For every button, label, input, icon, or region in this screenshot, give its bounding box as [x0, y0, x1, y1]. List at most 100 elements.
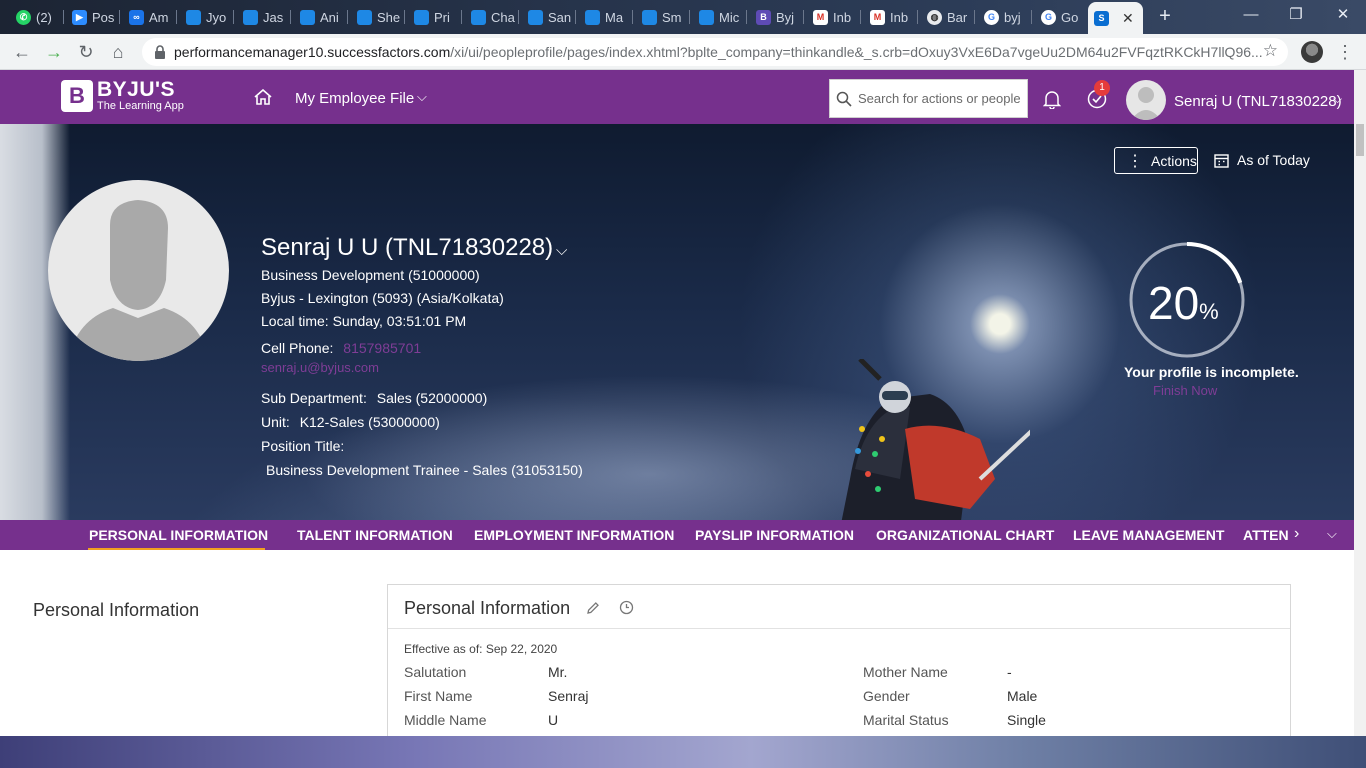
- browser-tab-label: Jas: [263, 9, 284, 25]
- url-host: performancemanager10.successfactors.com: [174, 44, 451, 60]
- browser-profile-avatar[interactable]: [1301, 41, 1323, 63]
- browser-tab[interactable]: ◍ Bar: [921, 4, 975, 30]
- profile-tabs: PERSONAL INFORMATION TALENT INFORMATION …: [0, 520, 1354, 550]
- marital-status-label: Marital Status: [863, 712, 949, 728]
- browser-tab[interactable]: G byj: [978, 4, 1032, 30]
- address-bar[interactable]: performancemanager10.successfactors.com …: [142, 38, 1288, 66]
- browser-tab[interactable]: San: [522, 4, 576, 30]
- browser-tab[interactable]: M Inb: [864, 4, 918, 30]
- doc-icon: [243, 9, 258, 25]
- gender-value: Male: [1007, 688, 1038, 704]
- browser-tab-active[interactable]: S Si ✕: [1088, 2, 1143, 34]
- new-tab-button[interactable]: +: [1154, 6, 1176, 27]
- module-picker[interactable]: My Employee File: [295, 90, 414, 107]
- salutation-value: Mr.: [548, 664, 568, 680]
- chevron-down-icon[interactable]: ⌵: [417, 89, 427, 105]
- tab-employment-information[interactable]: EMPLOYMENT INFORMATION: [474, 527, 674, 543]
- browser-tab[interactable]: Mic: [693, 4, 747, 30]
- browser-tab-label: Am: [149, 9, 169, 25]
- user-name[interactable]: Senraj U (TNL71830228): [1174, 93, 1342, 110]
- browser-tab[interactable]: ▶ Pos: [66, 4, 120, 30]
- tab-attendance[interactable]: ATTEN: [1243, 527, 1289, 543]
- restore-button[interactable]: ❐: [1281, 5, 1311, 27]
- mother-name-label: Mother Name: [863, 664, 948, 680]
- search-placeholder: Search for actions or people: [858, 91, 1021, 106]
- scrollbar-thumb[interactable]: [1356, 124, 1364, 156]
- email-link[interactable]: senraj.u@byjus.com: [261, 360, 379, 375]
- history-icon[interactable]: [619, 600, 634, 615]
- browser-tab[interactable]: Cha: [465, 4, 519, 30]
- completion-percent-sign: %: [1199, 299, 1219, 324]
- chevron-down-icon[interactable]: ⌵: [1333, 92, 1342, 107]
- logo-title: BYJU'S: [97, 78, 176, 101]
- browser-tab[interactable]: Ma: [579, 4, 633, 30]
- chevron-down-icon[interactable]: ⌵: [1327, 526, 1337, 542]
- browser-tab[interactable]: ✆ (2): [10, 4, 64, 30]
- minimize-button[interactable]: —: [1236, 5, 1266, 27]
- back-button[interactable]: ←: [10, 40, 34, 64]
- close-window-button[interactable]: ✕: [1328, 5, 1358, 27]
- browser-tab[interactable]: Ani: [294, 4, 348, 30]
- global-search-input[interactable]: Search for actions or people: [829, 79, 1028, 118]
- reload-button[interactable]: ↻: [74, 40, 98, 64]
- profile-photo[interactable]: [48, 180, 229, 361]
- google-icon: G: [1041, 9, 1056, 25]
- logo-subtitle: The Learning App: [97, 100, 184, 112]
- forward-button[interactable]: →: [42, 40, 66, 64]
- cell-phone-link[interactable]: 8157985701: [343, 340, 421, 356]
- tab-leave-management[interactable]: LEAVE MANAGEMENT: [1073, 527, 1224, 543]
- unit-label: Unit:: [261, 414, 290, 430]
- browser-tab[interactable]: G Go: [1035, 4, 1087, 30]
- browser-tab-label: Inb: [833, 9, 852, 25]
- browser-menu-icon[interactable]: ⋮: [1336, 42, 1354, 62]
- browser-tab-label: Pri: [434, 9, 450, 25]
- background-cliff: [0, 124, 70, 520]
- doc-icon: [585, 9, 600, 25]
- department: Business Development (51000000): [261, 267, 480, 283]
- browser-tab[interactable]: She: [351, 4, 405, 30]
- lock-icon: [155, 45, 165, 59]
- pencil-icon[interactable]: [586, 601, 600, 615]
- close-tab-icon[interactable]: ✕: [1122, 10, 1134, 27]
- doc-icon: [471, 9, 486, 25]
- middle-name-label: Middle Name: [404, 712, 487, 728]
- zoom-icon: ▶: [72, 9, 87, 25]
- effective-date: Effective as of: Sep 22, 2020: [404, 642, 558, 656]
- infinity-icon: ∞: [129, 9, 144, 25]
- first-name-value: Senraj: [548, 688, 589, 704]
- marital-status-value: Single: [1007, 712, 1046, 728]
- browser-tab-label: Go: [1061, 9, 1079, 25]
- browser-tab-label: She: [377, 9, 401, 25]
- browser-tab-label: Pos: [92, 9, 115, 25]
- bookmark-star-icon[interactable]: ☆: [1263, 41, 1278, 61]
- card-title: Personal Information: [404, 598, 571, 618]
- user-avatar[interactable]: [1126, 80, 1166, 120]
- tab-payslip-information[interactable]: PAYSLIP INFORMATION: [695, 527, 854, 543]
- bell-icon[interactable]: [1043, 89, 1061, 109]
- tab-talent-information[interactable]: TALENT INFORMATION: [297, 527, 453, 543]
- chevron-down-icon[interactable]: ⌵: [556, 242, 567, 259]
- browser-tab[interactable]: B Byj: [750, 4, 804, 30]
- company-logo[interactable]: B BYJU'S The Learning App: [61, 78, 184, 112]
- browser-tab[interactable]: ∞ Am: [123, 4, 177, 30]
- tab-personal-information[interactable]: PERSONAL INFORMATION: [89, 527, 268, 543]
- gmail-icon: M: [870, 9, 885, 25]
- browser-tab[interactable]: Jyo: [180, 4, 234, 30]
- browser-tab[interactable]: Pri: [408, 4, 462, 30]
- browser-tab[interactable]: Jas: [237, 4, 291, 30]
- unit-row: Unit: K12-Sales (53000000): [261, 414, 440, 430]
- home-button[interactable]: ⌂: [106, 40, 130, 64]
- google-icon: G: [984, 9, 999, 25]
- finish-now-link[interactable]: Finish Now: [1153, 383, 1217, 398]
- page-scrollbar[interactable]: [1354, 70, 1366, 736]
- browser-tab-label: Ani: [320, 9, 339, 25]
- tab-organizational-chart[interactable]: ORGANIZATIONAL CHART: [876, 527, 1054, 543]
- home-icon[interactable]: [254, 89, 272, 105]
- as-of-date-button[interactable]: As of Today: [1214, 152, 1310, 168]
- browser-tab[interactable]: M Inb: [807, 4, 861, 30]
- browser-tab[interactable]: Sm: [636, 4, 690, 30]
- chevron-right-icon[interactable]: ›: [1294, 525, 1299, 543]
- actions-button[interactable]: ⋮ Actions: [1114, 147, 1198, 174]
- todo-count-badge: 1: [1094, 80, 1110, 96]
- byjus-icon: B: [756, 9, 771, 25]
